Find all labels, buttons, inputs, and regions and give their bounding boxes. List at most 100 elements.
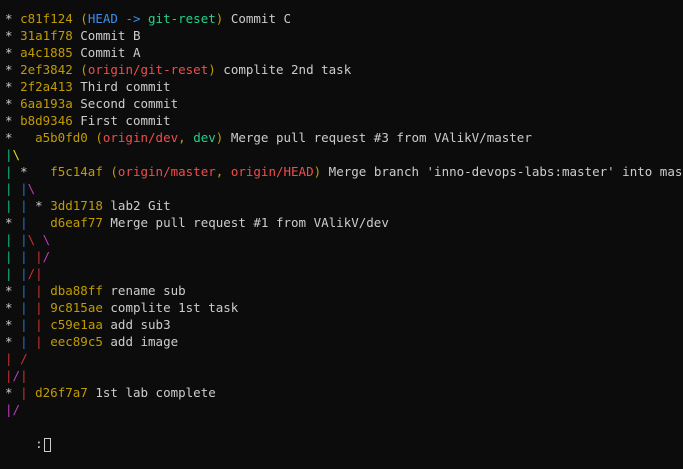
commit-hash: 9c815ae (50, 300, 103, 315)
log-text: * (5, 334, 21, 349)
log-line: * | d6eaf77 Merge pull request #1 from V… (5, 214, 389, 231)
log-line: |/| (5, 367, 28, 384)
graph-edge: | (20, 368, 28, 383)
graph-edge: | (5, 164, 21, 179)
graph-edge: | (35, 317, 51, 332)
graph-edge: / (12, 402, 21, 417)
terminal-window[interactable]: * c81f124 (HEAD -> git-reset) Commit C * … (0, 0, 683, 452)
log-text: Third commit (72, 79, 171, 94)
graph-edge: | (20, 232, 28, 247)
commit-hash: d6eaf77 (50, 215, 103, 230)
log-line: * a4c1885 Commit A (5, 44, 140, 61)
log-text: * (5, 96, 21, 111)
log-text: dev (193, 130, 216, 145)
commit-hash: 2f2a413 (20, 79, 73, 94)
log-text: * (5, 385, 21, 400)
log-text: * (5, 317, 21, 332)
graph-edge: \ (12, 147, 21, 162)
graph-edge: | (5, 232, 21, 247)
log-line: | * f5c14af (origin/master, origin/HEAD)… (5, 163, 683, 180)
log-text: complite 1st task (102, 300, 239, 315)
log-text: , (178, 130, 194, 145)
graph-edge: | (5, 198, 21, 213)
graph-edge: | (5, 351, 21, 366)
log-text: * (5, 79, 21, 94)
graph-edge: | (35, 266, 43, 281)
commit-hash: a4c1885 (20, 45, 73, 60)
log-text: * (35, 198, 51, 213)
log-text: Commit C (223, 11, 292, 26)
log-line: * b8d9346 First commit (5, 112, 171, 129)
log-line: | | |/ (5, 248, 50, 265)
log-line: * | | dba88ff rename sub (5, 282, 186, 299)
log-text: ( (72, 62, 88, 77)
log-line: | |\ (5, 180, 35, 197)
commit-hash: b8d9346 (20, 113, 73, 128)
log-text: origin/dev (102, 130, 179, 145)
graph-edge: \ (27, 232, 43, 247)
log-text: * (20, 164, 51, 179)
graph-edge: \ (27, 181, 36, 196)
log-text: , (215, 164, 231, 179)
graph-edge: | (35, 300, 51, 315)
log-text: git-reset (148, 11, 216, 26)
log-line: * | | eec89c5 add image (5, 333, 178, 350)
log-line: | | * 3dd1718 lab2 Git (5, 197, 171, 214)
commit-hash: 3dd1718 (50, 198, 103, 213)
commit-hash: dba88ff (50, 283, 103, 298)
log-text: First commit (72, 113, 171, 128)
cursor (43, 437, 51, 452)
graph-edge: | (20, 317, 36, 332)
log-text: Merge branch 'inno-devops-labs:master' i… (321, 164, 683, 179)
commit-hash: d26f7a7 (35, 385, 88, 400)
log-line: * 31a1f78 Commit B (5, 27, 140, 44)
log-text: Commit B (72, 28, 141, 43)
log-text: origin/HEAD (230, 164, 314, 179)
log-text: HEAD -> (87, 11, 149, 26)
graph-edge: | (5, 147, 13, 162)
graph-edge: | (20, 300, 36, 315)
log-text: * (5, 62, 21, 77)
log-text: Merge pull request #1 from VAlikV/dev (102, 215, 389, 230)
graph-edge: | (5, 249, 21, 264)
pager-prompt-line[interactable]: : (5, 418, 51, 452)
log-text: rename sub (102, 283, 186, 298)
graph-edge: | (5, 402, 13, 417)
graph-edge: | (20, 385, 36, 400)
graph-edge: | (5, 181, 21, 196)
log-line: * | | c59e1aa add sub3 (5, 316, 171, 333)
log-text: ( (102, 164, 118, 179)
graph-edge: | (20, 266, 28, 281)
graph-edge: | (20, 283, 36, 298)
graph-edge: | (20, 215, 36, 230)
graph-edge: | (20, 249, 36, 264)
log-text: add image (102, 334, 179, 349)
log-line: | |/| (5, 265, 43, 282)
log-text: * (5, 215, 21, 230)
graph-edge: | (20, 181, 28, 196)
log-text: origin/git-reset (87, 62, 209, 77)
graph-edge: | (20, 198, 36, 213)
log-text: * (5, 45, 21, 60)
log-text: add sub3 (102, 317, 171, 332)
pager-prompt: : (35, 436, 43, 451)
commit-hash: eec89c5 (50, 334, 103, 349)
log-text: lab2 Git (102, 198, 171, 213)
log-line: * | d26f7a7 1st lab complete (5, 384, 216, 401)
graph-edge: | (35, 334, 51, 349)
log-text: 1st lab complete (87, 385, 216, 400)
log-text: * (5, 28, 21, 43)
log-text: * (5, 130, 36, 145)
commit-hash: c59e1aa (50, 317, 103, 332)
log-text: complite 2nd task (215, 62, 352, 77)
log-text: Merge pull request #3 from VAlikV/master (223, 130, 532, 145)
commit-hash: a5b0fd0 (35, 130, 88, 145)
log-text: * (5, 283, 21, 298)
log-text: ) (208, 62, 216, 77)
graph-edge: / (20, 351, 28, 366)
commit-hash: 31a1f78 (20, 28, 73, 43)
log-line: * c81f124 (HEAD -> git-reset) Commit C (5, 10, 291, 27)
graph-edge: | (35, 283, 51, 298)
log-line: | / (5, 350, 28, 367)
